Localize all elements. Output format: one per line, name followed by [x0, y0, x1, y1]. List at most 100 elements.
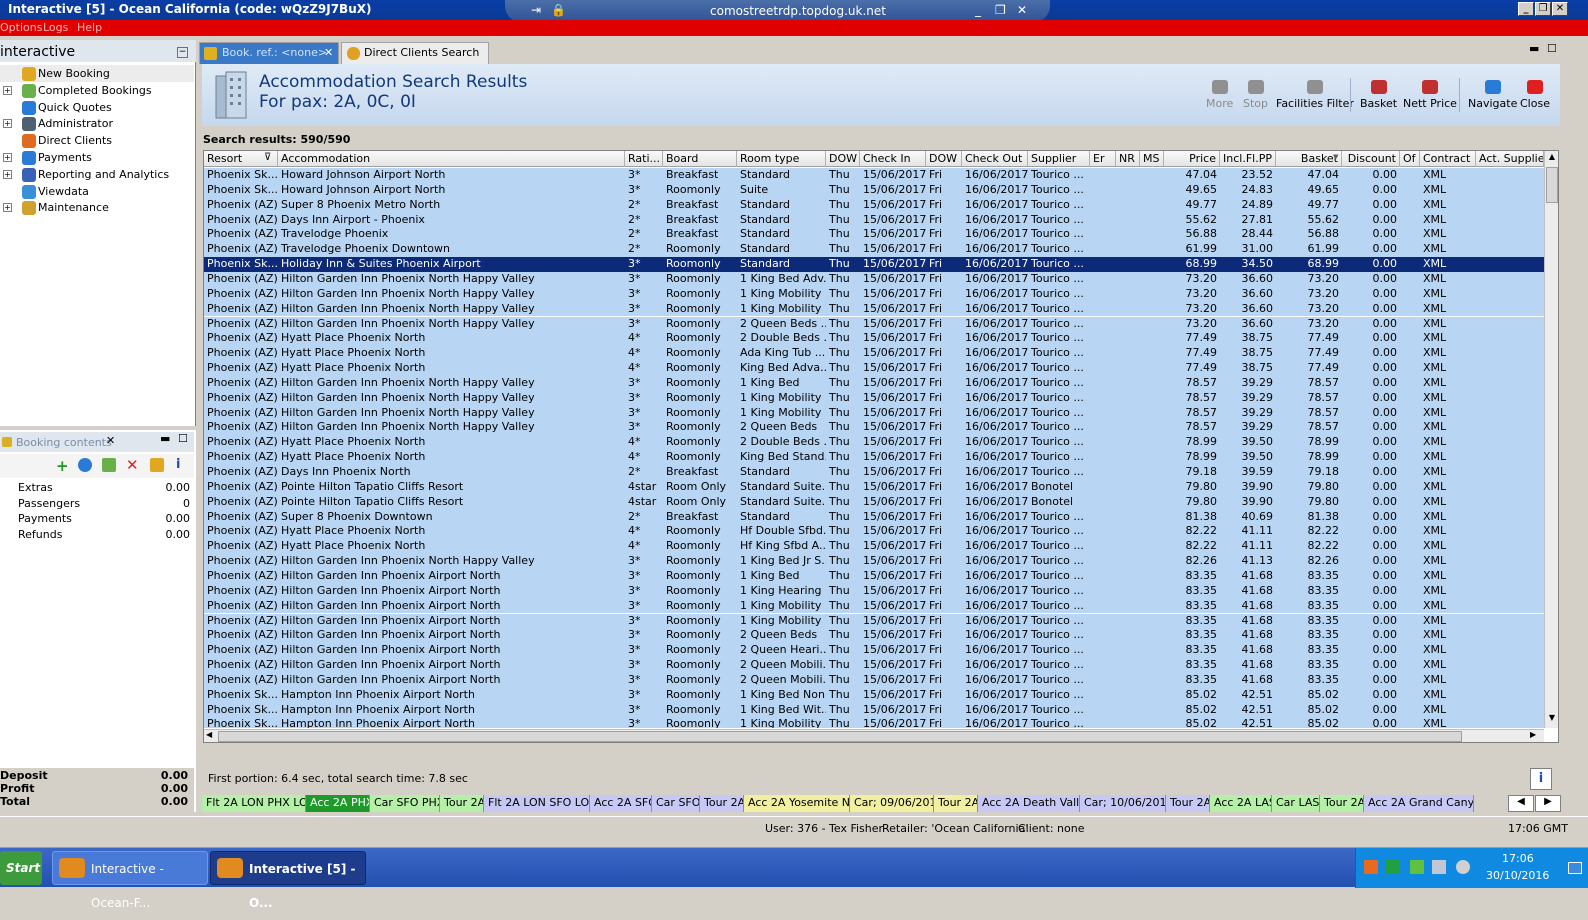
nav-item-direct-clients[interactable]: Direct Clients: [0, 132, 194, 149]
horizontal-scrollbar[interactable]: ◀ ▶: [204, 729, 1544, 742]
column-header-8[interactable]: Check Out: [962, 151, 1028, 167]
itinerary-segment[interactable]: Acc 2A SFO: [590, 795, 652, 812]
column-header-16[interactable]: Discount: [1342, 151, 1400, 167]
info-icon[interactable]: i: [176, 457, 180, 472]
scroll-up-icon[interactable]: ▲: [1546, 152, 1558, 164]
tab-close-icon[interactable]: ✕: [324, 43, 333, 63]
rdp-minimize-icon[interactable]: _: [975, 3, 981, 17]
table-row[interactable]: Phoenix (AZ) Hyatt Place Phoenix North 4* R…: [204, 361, 1544, 376]
add-icon[interactable]: +: [56, 457, 69, 475]
column-header-5[interactable]: DOW: [826, 151, 860, 167]
itinerary-segment[interactable]: Flt 2A LON PHX LON: [202, 795, 306, 812]
table-row[interactable]: Phoenix (AZ) Hilton Garden Inn Phoenix Ai…: [204, 643, 1544, 659]
column-header-1[interactable]: Accommodation: [278, 151, 625, 167]
filter-icon[interactable]: ⊽: [264, 152, 271, 163]
hscroll-thumb[interactable]: [218, 731, 1462, 742]
itinerary-segment[interactable]: Acc 2A Yosemite N...: [744, 795, 850, 812]
start-button[interactable]: Start: [0, 851, 42, 885]
rdp-restore-icon[interactable]: ❐: [995, 3, 1006, 17]
delete-icon[interactable]: ✕: [126, 456, 139, 474]
itinerary-segment[interactable]: Acc 2A PHX: [306, 795, 370, 812]
expand-icon[interactable]: +: [3, 203, 12, 213]
window-close-button[interactable]: ✕: [1552, 2, 1568, 16]
menu-options[interactable]: Options: [0, 21, 42, 34]
pin-icon[interactable]: ⇥: [531, 3, 541, 17]
scroll-thumb[interactable]: [1546, 167, 1558, 203]
menu-logs[interactable]: Logs: [43, 21, 68, 34]
tab-direct-clients-search[interactable]: Direct Clients Search: [341, 42, 489, 64]
nav-item-viewdata[interactable]: Viewdata: [0, 183, 194, 200]
minimize-button[interactable]: _: [1518, 2, 1534, 16]
tray-volume-icon[interactable]: [1456, 860, 1470, 874]
column-header-6[interactable]: Check In: [860, 151, 926, 167]
column-header-17[interactable]: Of: [1400, 151, 1420, 167]
table-row[interactable]: Phoenix (AZ) Days Inn Airport - Phoenix 2*…: [204, 212, 1544, 228]
table-row[interactable]: Phoenix Sk... Howard Johnson Airport Nort…: [204, 182, 1544, 198]
nav-item-maintenance[interactable]: + Maintenance: [0, 199, 194, 216]
column-header-19[interactable]: Act. Supplier: [1476, 151, 1544, 167]
restore-button[interactable]: ❐: [1535, 2, 1551, 16]
table-row[interactable]: Phoenix (AZ) Hilton Garden Inn Phoenix No…: [204, 271, 1544, 287]
table-row[interactable]: Phoenix (AZ) Hyatt Place Phoenix North 4* R…: [204, 524, 1544, 540]
table-row[interactable]: Phoenix (AZ) Hilton Garden Inn Phoenix Ai…: [204, 628, 1544, 644]
table-row[interactable]: Phoenix Sk... Hampton Inn Phoenix Airport…: [204, 702, 1544, 718]
toolbar-close-button[interactable]: Close: [1520, 80, 1550, 110]
table-row[interactable]: Phoenix (AZ) Travelodge Phoenix Downtown 2…: [204, 242, 1544, 258]
table-row[interactable]: Phoenix Sk... Hampton Inn Phoenix Airport…: [204, 717, 1544, 728]
table-row[interactable]: Phoenix (AZ) Hilton Garden Inn Phoenix Ai…: [204, 658, 1544, 673]
itinerary-segment[interactable]: Car SFO PHX: [370, 795, 440, 812]
refresh-icon[interactable]: [78, 458, 92, 472]
column-header-2[interactable]: Rati...: [625, 151, 663, 167]
table-row[interactable]: Phoenix (AZ) Travelodge Phoenix 2* Breakfas…: [204, 227, 1544, 243]
toolbar-more-button[interactable]: More: [1206, 80, 1233, 110]
table-row[interactable]: Phoenix Sk... Howard Johnson Airport Nort…: [204, 168, 1544, 183]
scroll-right-icon[interactable]: ▶: [1530, 730, 1536, 739]
table-row[interactable]: Phoenix (AZ) Hilton Garden Inn Phoenix Ai…: [204, 613, 1544, 629]
itinerary-segment[interactable]: Car; 10/06/2017: [1080, 795, 1166, 812]
table-row[interactable]: Phoenix (AZ) Hilton Garden Inn Phoenix No…: [204, 405, 1544, 421]
itinerary-next-icon[interactable]: ▶: [1535, 795, 1561, 812]
table-row[interactable]: Phoenix (AZ) Hyatt Place Phoenix North 4* R…: [204, 346, 1544, 362]
taskbar-app-1[interactable]: Interactive - Ocean-F...: [52, 851, 208, 910]
table-row[interactable]: Phoenix (AZ) Hilton Garden Inn Phoenix No…: [204, 301, 1544, 317]
palm-icon[interactable]: [150, 458, 164, 472]
scroll-down-icon[interactable]: ▼: [1546, 713, 1558, 725]
nav-item-quick-quotes[interactable]: Quick Quotes: [0, 99, 194, 116]
info-button-icon[interactable]: i: [1530, 768, 1552, 790]
area-maximize-icon[interactable]: ☐: [1547, 42, 1557, 55]
scroll-left-icon[interactable]: ◀: [206, 730, 212, 739]
panel-maximize-icon[interactable]: ☐: [178, 432, 188, 445]
tab-booking-ref[interactable]: Book. ref.: <none> ✕: [199, 42, 339, 64]
column-header-12[interactable]: MS: [1140, 151, 1164, 167]
itinerary-segment[interactable]: Acc 2A LAS: [1210, 795, 1272, 812]
table-row[interactable]: Phoenix (AZ) Hilton Garden Inn Phoenix No…: [204, 420, 1544, 436]
table-row[interactable]: Phoenix (AZ) Hilton Garden Inn Phoenix No…: [204, 316, 1544, 332]
table-row[interactable]: Phoenix (AZ) Hilton Garden Inn Phoenix No…: [204, 390, 1544, 406]
table-row[interactable]: Phoenix Sk... Holiday Inn & Suites Phoeni…: [204, 257, 1544, 272]
nav-item-reporting-and-analytics[interactable]: + Reporting and Analytics: [0, 166, 194, 183]
table-row[interactable]: Phoenix (AZ) Hyatt Place Phoenix North 4* R…: [204, 435, 1544, 451]
table-row[interactable]: Phoenix (AZ) Hilton Garden Inn Phoenix Ai…: [204, 583, 1544, 599]
table-row[interactable]: Phoenix (AZ) Super 8 Phoenix Metro North 2…: [204, 197, 1544, 213]
table-row[interactable]: Phoenix Sk... Hampton Inn Phoenix Airport…: [204, 687, 1544, 703]
table-row[interactable]: Phoenix (AZ) Hilton Garden Inn Phoenix No…: [204, 554, 1544, 569]
expand-icon[interactable]: +: [3, 153, 12, 162]
results-grid[interactable]: Resort Accommodation Rati... Board Room type…: [203, 150, 1559, 743]
column-header-9[interactable]: Supplier: [1028, 151, 1090, 167]
table-row[interactable]: Phoenix (AZ) Hilton Garden Inn Phoenix No…: [204, 375, 1544, 391]
nav-item-new-booking[interactable]: New Booking: [0, 65, 194, 82]
table-row[interactable]: Phoenix (AZ) Super 8 Phoenix Downtown 2* Br…: [204, 509, 1544, 525]
itinerary-prev-icon[interactable]: ◀: [1508, 795, 1534, 812]
column-header-14[interactable]: Incl.Fl.PP: [1220, 151, 1276, 167]
toolbar-nett-price-button[interactable]: Nett Price: [1403, 80, 1457, 110]
tray-app-icon[interactable]: [1364, 860, 1378, 874]
rdp-close-icon[interactable]: ✕: [1017, 3, 1027, 17]
column-header-13[interactable]: Price: [1164, 151, 1220, 167]
table-row[interactable]: Phoenix (AZ) Pointe Hilton Tapatio Cliffs…: [204, 479, 1544, 495]
vertical-scrollbar[interactable]: ▲ ▼: [1544, 151, 1558, 728]
itinerary-segment[interactable]: Tour 2A: [1166, 795, 1210, 812]
show-desktop-icon[interactable]: [1568, 862, 1582, 874]
tray-battery-icon[interactable]: [1410, 860, 1424, 874]
tray-network-icon[interactable]: [1432, 860, 1446, 874]
booking-close-icon[interactable]: ✕: [106, 434, 115, 447]
